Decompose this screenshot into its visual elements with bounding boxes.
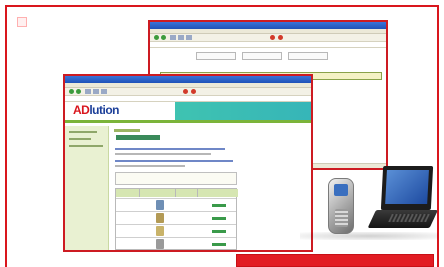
table-row — [116, 224, 236, 237]
home-icon — [186, 35, 192, 40]
nav-item — [69, 145, 103, 147]
browser-toolbar — [150, 34, 386, 42]
nav-item — [69, 138, 91, 140]
forward-icon — [161, 35, 166, 40]
header-banner — [175, 102, 311, 120]
mobile-phone-icon — [328, 178, 354, 234]
forward-icon — [76, 89, 81, 94]
form-field — [288, 52, 328, 60]
text-line — [115, 160, 233, 162]
table-header-cell — [176, 189, 198, 197]
table-header-cell — [116, 189, 140, 197]
price-cell — [212, 243, 226, 246]
mail-icon — [183, 89, 188, 94]
table-row — [116, 237, 236, 250]
table-header-cell — [140, 189, 176, 197]
product-thumbnail — [156, 239, 164, 249]
left-navigation — [65, 126, 109, 250]
back-icon — [69, 89, 74, 94]
text-line — [115, 148, 225, 150]
browser-titlebar — [65, 76, 311, 83]
price-cell — [212, 217, 226, 220]
laptop-screen — [385, 170, 429, 204]
breadcrumb — [114, 129, 140, 132]
laptop-keyboard — [388, 214, 430, 222]
table-row — [116, 211, 236, 224]
phone-keypad — [335, 209, 348, 227]
print-icon — [278, 35, 283, 40]
product-thumbnail — [156, 200, 164, 210]
mail-icon — [270, 35, 275, 40]
form-field — [196, 52, 236, 60]
stop-icon — [170, 35, 176, 40]
product-table — [115, 188, 238, 250]
back-icon — [154, 35, 159, 40]
refresh-icon — [93, 89, 99, 94]
header-rule — [65, 120, 311, 123]
browser-toolbar — [65, 88, 311, 96]
corner-marker — [17, 17, 27, 27]
front-browser-window: ADlution — [63, 74, 313, 252]
refresh-icon — [178, 35, 184, 40]
table-header-cell — [198, 189, 238, 197]
bottom-banner-bar — [236, 254, 434, 267]
logo-suffix: lution — [89, 103, 119, 117]
site-logo: ADlution — [73, 103, 119, 117]
nav-item — [69, 131, 97, 133]
browser-titlebar — [150, 22, 386, 29]
laptop-lid — [380, 166, 434, 210]
price-cell — [212, 204, 226, 207]
stop-icon — [85, 89, 91, 94]
home-icon — [101, 89, 107, 94]
table-row — [116, 198, 236, 211]
form-field — [242, 52, 282, 60]
summary-box — [115, 172, 237, 185]
main-content — [112, 126, 240, 250]
text-line — [115, 153, 211, 155]
logo-prefix: AD — [73, 103, 90, 117]
site-header: ADlution — [65, 102, 311, 120]
product-thumbnail — [156, 226, 164, 236]
page-title — [116, 135, 160, 140]
print-icon — [191, 89, 196, 94]
product-thumbnail — [156, 213, 164, 223]
text-line — [115, 165, 185, 167]
price-cell — [212, 230, 226, 233]
phone-screen — [334, 184, 348, 196]
laptop-computer-icon — [367, 166, 440, 236]
